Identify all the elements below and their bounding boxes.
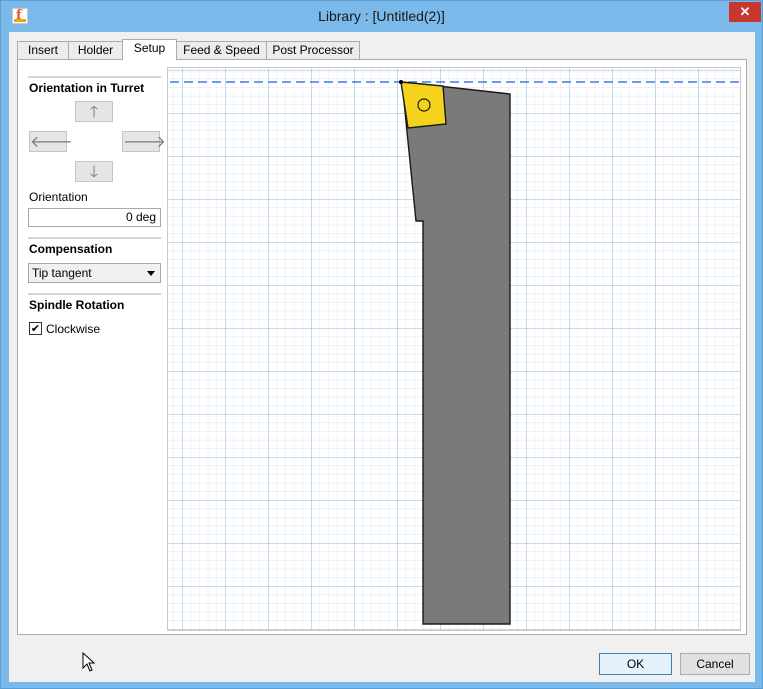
rotate-down-button[interactable]: 🡓 (75, 161, 113, 182)
title-bar[interactable]: f Library : [Untitled(2)] ✕ (1, 1, 762, 32)
tab-insert[interactable]: Insert (17, 41, 69, 59)
arrow-up-icon: 🡑 (89, 102, 99, 121)
orientation-label: Orientation (29, 190, 88, 204)
compensation-heading: Compensation (29, 242, 113, 256)
arrow-down-icon: 🡓 (89, 162, 99, 181)
tab-feed-speed[interactable]: Feed & Speed (176, 41, 267, 59)
insert-shape (400, 81, 447, 129)
clockwise-checkbox[interactable]: ✔ (29, 322, 42, 335)
tab-setup[interactable]: Setup (122, 39, 177, 60)
checkmark-icon: ✔ (30, 322, 41, 335)
library-window: f Library : [Untitled(2)] ✕ Insert Holde… (0, 0, 763, 689)
arrow-right-icon: 🡒 (123, 132, 166, 151)
clockwise-label: Clockwise (46, 322, 101, 336)
rotate-up-button[interactable]: 🡑 (75, 101, 113, 122)
tool-tip-point (399, 80, 403, 84)
tab-post-processor[interactable]: Post Processor (266, 41, 360, 59)
compensation-value: Tip tangent (32, 266, 92, 280)
rotate-left-button[interactable]: 🡐 (29, 131, 73, 152)
arrow-left-icon: 🡐 (30, 132, 73, 151)
compensation-select[interactable]: Tip tangent (28, 263, 161, 283)
ok-button[interactable]: OK (599, 653, 672, 675)
close-button[interactable]: ✕ (729, 2, 761, 22)
divider (28, 293, 161, 295)
tool-preview-drawing (168, 68, 740, 630)
window-title: Library : [Untitled(2)] (318, 8, 445, 24)
setup-panel: Orientation in Turret 🡑 🡐 🡒 🡓 Orientatio… (17, 59, 747, 635)
orientation-input[interactable]: 0 deg (28, 208, 161, 227)
mouse-cursor-icon (82, 652, 96, 672)
dialog-client: Insert Holder Setup Feed & Speed Post Pr… (9, 32, 755, 682)
tool-preview-canvas[interactable] (167, 67, 741, 631)
rotate-right-button[interactable]: 🡒 (122, 131, 166, 152)
divider (28, 237, 161, 239)
spindle-rotation-heading: Spindle Rotation (29, 298, 125, 312)
tab-holder[interactable]: Holder (68, 41, 123, 59)
chevron-down-icon (147, 271, 155, 276)
divider (28, 76, 161, 78)
cancel-button[interactable]: Cancel (680, 653, 750, 675)
orientation-in-turret-heading: Orientation in Turret (29, 81, 145, 95)
